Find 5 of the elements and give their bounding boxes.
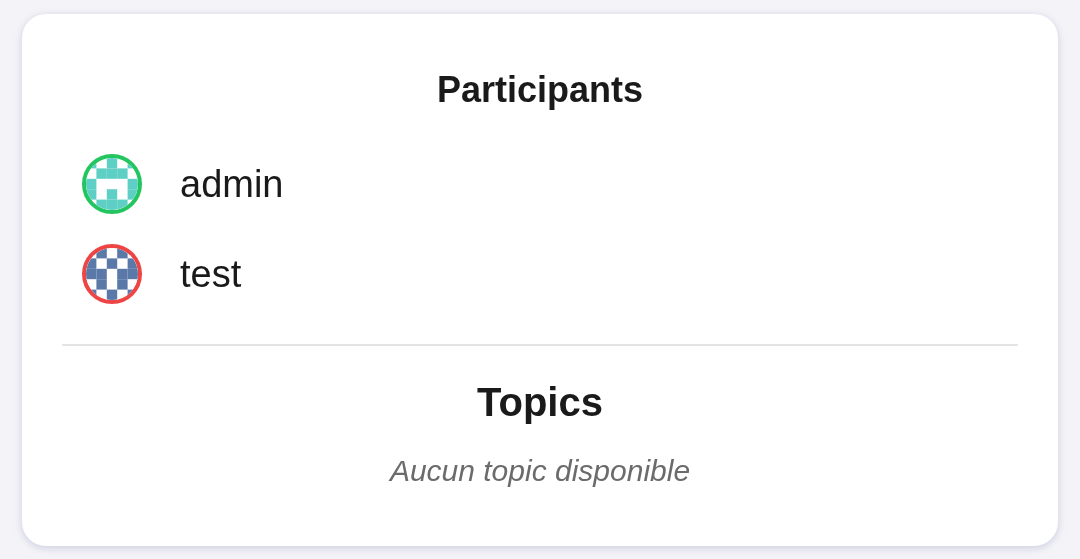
section-title: Participants: [435, 68, 645, 112]
participant-name: test: [180, 252, 242, 296]
section-title: Topics: [476, 379, 604, 426]
empty-message: Aucun topic disponible: [387, 454, 692, 488]
participant-name: admin: [180, 162, 284, 206]
